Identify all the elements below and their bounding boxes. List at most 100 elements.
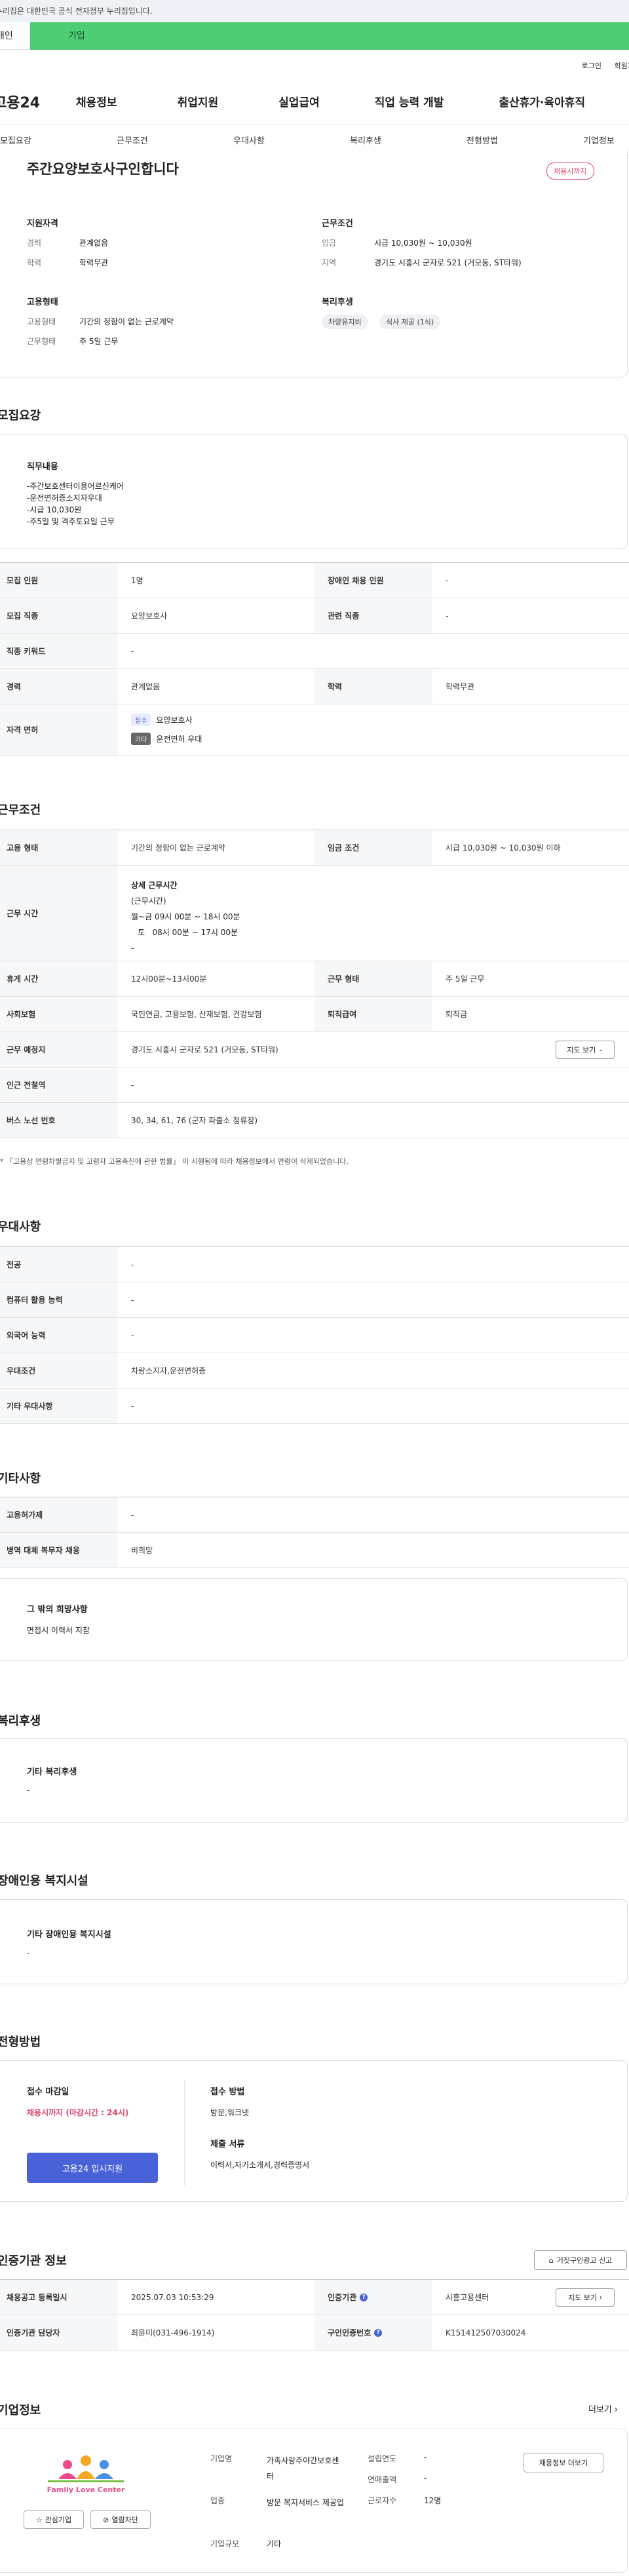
- emp-type-value: 기간의 정함이 없는 근로계약: [131, 843, 225, 853]
- status-badge: 채용시까지: [546, 163, 594, 180]
- process-divider: [184, 2081, 185, 2185]
- company-more-link[interactable]: 더보기 ›: [588, 2402, 618, 2415]
- wish-title: 그 밖의 희망사항: [27, 1605, 88, 1615]
- agency-map-button[interactable]: 지도 보기 ›: [556, 2288, 615, 2307]
- license-tag-other: 기타: [131, 733, 151, 745]
- size-value: 기타: [267, 2539, 282, 2548]
- welfare-tag: 차량유지비: [322, 315, 368, 329]
- site-logo[interactable]: 고용24: [0, 91, 69, 112]
- gov-notice-text: 이 누리집은 대한민국 공식 전자정부 누리집입니다.: [0, 7, 153, 16]
- tab-personal[interactable]: 개인: [0, 22, 30, 50]
- pref-etc-value: -: [131, 1401, 134, 1411]
- size-label: 기업규모: [210, 2539, 240, 2548]
- welfare-section-heading: 복리후생: [0, 1714, 41, 1728]
- docs-title: 제출 서류: [210, 2140, 245, 2149]
- tab-work[interactable]: 근무조건: [117, 134, 233, 146]
- tab-company[interactable]: 기업정보: [583, 134, 622, 146]
- major-label: 전공: [0, 1247, 118, 1282]
- help-icon[interactable]: ?: [374, 2328, 383, 2337]
- process-heading: 전형방법: [0, 2035, 41, 2049]
- work-heading: 근무조건: [0, 803, 41, 817]
- recruit-heading: 모집요강: [0, 409, 41, 423]
- job-line: -운전면허증소지자우대: [27, 493, 102, 503]
- military-label: 병역 대체 복무자 채용: [0, 1533, 118, 1567]
- welfare-heading: 복리후생: [322, 298, 353, 307]
- work-days-label: 근무형태: [27, 337, 56, 346]
- page-title: 주간요양보호사구인합니다: [27, 161, 179, 177]
- edu-value: 학력무관: [79, 258, 109, 267]
- language-label: 외국어 능력: [0, 1318, 118, 1353]
- tab-process[interactable]: 전형방법: [467, 134, 583, 146]
- tab-welfare[interactable]: 복리후생: [350, 134, 467, 146]
- career-value: 관계없음: [131, 682, 161, 691]
- tab-pref[interactable]: 우대사항: [233, 134, 350, 146]
- place-label: 근무 예정지: [0, 1032, 118, 1067]
- map-button[interactable]: 지도 보기 ⌄: [556, 1041, 615, 1059]
- work-days-value: 주 5일 근무: [79, 337, 119, 346]
- employment-type-label: 고용형태: [27, 317, 56, 326]
- job-line: -주간보호센터이용어르신케어: [27, 482, 124, 491]
- break-label: 휴게 시간: [0, 961, 118, 996]
- other-heading: 기타사항: [0, 1472, 41, 1486]
- global-nav: 고용24 채용정보 취업지원 실업급여 직업 능력 개발 출산휴가·육아휴직: [0, 79, 629, 125]
- note-bullet: *: [0, 1157, 6, 1166]
- permit-label: 고용허가제: [0, 1497, 118, 1532]
- welfare-tag: 식사 제공 (1식): [379, 315, 441, 329]
- company-logo: Family Love Center: [33, 2453, 138, 2499]
- tab-company[interactable]: 기업: [30, 22, 629, 50]
- language-value: -: [131, 1330, 134, 1340]
- bus-label: 버스 노선 번호: [0, 1103, 118, 1138]
- disabled-label: 장애인 채용 인원: [314, 563, 432, 598]
- disabled-value: -: [446, 575, 449, 585]
- gnb-benefit[interactable]: 실업급여: [278, 93, 320, 109]
- job-list-button[interactable]: 채용정보 더보기: [524, 2453, 603, 2472]
- military-value: 비희망: [131, 1546, 153, 1555]
- manager-label: 인증기관 담당자: [0, 2315, 118, 2350]
- agency-table: 채용공고 등록일시 2025.07.03 10:53:29 인증기관? 시흥고용…: [0, 2279, 629, 2351]
- related-value: -: [446, 611, 449, 621]
- gnb-support[interactable]: 취업지원: [178, 93, 219, 109]
- manager-value: 최윤미(031-496-1914): [131, 2328, 215, 2337]
- license-1: 요양보호사: [156, 716, 193, 725]
- gnb-leave[interactable]: 출산휴가·육아휴직: [499, 93, 585, 109]
- industry-value: 방문 복지서비스 제공업: [267, 2498, 345, 2507]
- block-icon: ⊘: [103, 2515, 109, 2524]
- reg-value: 2025.07.03 10:53:29: [131, 2292, 214, 2302]
- condition-heading: 근무조건: [322, 219, 353, 229]
- block-company-button[interactable]: ⊘ 열람차단: [90, 2510, 151, 2529]
- wish-box: 그 밖의 희망사항 면접시 이력서 지참: [0, 1578, 628, 1661]
- chevron-right-icon: ›: [614, 2405, 619, 2415]
- company-logo-text: Family Love Center: [47, 2486, 125, 2494]
- permit-value: -: [131, 1510, 134, 1520]
- process-box: 접수 마감일 채용시까지 (마감시간 : 24시) 고용24 입사지원 접수 방…: [0, 2060, 628, 2202]
- fav-company-button[interactable]: ☆ 관심기업: [24, 2510, 84, 2529]
- welfare-title: 기타 복리후생: [27, 1767, 77, 1777]
- gnb-recruit[interactable]: 채용정보: [76, 93, 117, 109]
- facility-box: 기타 장애인용 복지시설 -: [0, 1899, 628, 1984]
- welfare-value: -: [27, 1786, 30, 1795]
- work-table: 고용 형태 기간의 정함이 없는 근로계약 임금 조건 시급 10,030원 ~…: [0, 830, 629, 1138]
- join-link[interactable]: 회원가입: [615, 62, 629, 70]
- gnb-training[interactable]: 직업 능력 개발: [375, 93, 444, 109]
- welfare-box: 기타 복리후생 -: [0, 1738, 628, 1823]
- tab-recruit[interactable]: 모집요강: [0, 134, 117, 146]
- login-link[interactable]: 로그인: [582, 62, 601, 70]
- career-label: 경력: [27, 239, 42, 248]
- help-icon[interactable]: ?: [360, 2293, 368, 2301]
- staff-label: 근로자수: [368, 2496, 397, 2505]
- company-heading: 기업정보: [0, 2404, 41, 2417]
- user-type-tabs: 개인 기업: [0, 22, 629, 50]
- report-button[interactable]: ⌂ 거짓구인광고 신고: [534, 2250, 627, 2270]
- keyword-value: -: [131, 646, 134, 656]
- org-value: 시흥고용센터: [446, 2293, 489, 2302]
- severance-label: 퇴직급여: [314, 997, 432, 1031]
- computer-label: 컴퓨터 활용 능력: [0, 1282, 118, 1317]
- hours-title: 상세 근무시간: [131, 881, 178, 890]
- apply-button[interactable]: 고용24 입사지원: [27, 2153, 158, 2183]
- severance-value: 퇴직금: [446, 1010, 468, 1019]
- pref-etc-label: 기타 우대사항: [0, 1389, 118, 1423]
- hours-line: (근무시간): [131, 896, 166, 906]
- place-value: 경기도 시흥시 군자로 521 (거모동, ST타워): [131, 1045, 278, 1054]
- career-value: 관계없음: [79, 239, 109, 248]
- related-label: 관련 직종: [314, 598, 432, 633]
